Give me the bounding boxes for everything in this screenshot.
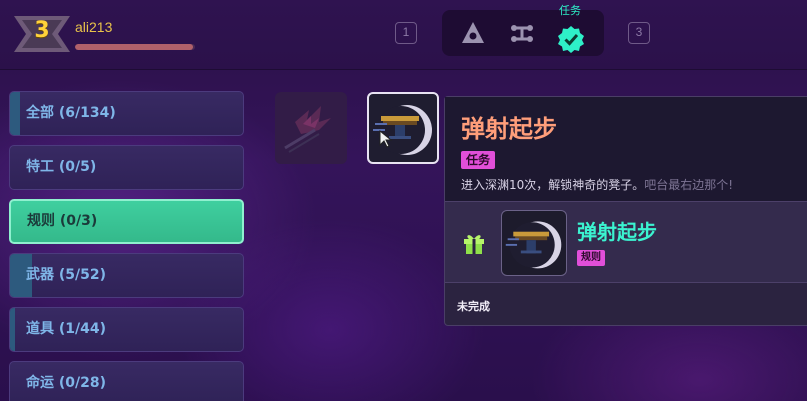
level-number: 3 <box>34 18 50 43</box>
next-tab-key-hint[interactable]: 3 <box>628 22 650 44</box>
detail-header: 弹射起步 任务 进入深渊10次，解锁神奇的凳子。吧台最右边那个! <box>445 97 807 201</box>
detail-hint-text: 吧台最右边那个! <box>644 178 734 192</box>
detail-panel: 弹射起步 任务 进入深渊10次，解锁神奇的凳子。吧台最右边那个! 弹射起步 规则… <box>444 96 807 326</box>
category-progress <box>10 92 21 135</box>
xp-bar <box>75 44 195 50</box>
player-name: ali213 <box>75 19 113 35</box>
top-bar: 3 ali213 1 任务 3 <box>0 0 807 70</box>
tab-tower[interactable] <box>450 10 496 56</box>
category-fate[interactable]: 命运 (0/28) <box>9 361 244 401</box>
category-label: 规则 (0/3) <box>27 213 98 229</box>
category-label: 命运 (0/28) <box>26 375 107 391</box>
category-agents[interactable]: 特工 (0/5) <box>9 145 244 190</box>
detail-tag: 任务 <box>461 151 496 169</box>
category-label: 全部 (6/134) <box>26 105 116 121</box>
nodes-icon <box>511 25 533 42</box>
detail-title: 弹射起步 <box>461 115 557 143</box>
crow-feather-icon <box>284 106 331 153</box>
category-label: 特工 (0/5) <box>26 159 97 175</box>
category-items[interactable]: 道具 (1/44) <box>9 307 244 352</box>
check-badge-icon <box>558 26 584 53</box>
detail-description-text: 进入深渊10次，解锁神奇的凳子。 <box>461 178 645 192</box>
category-label: 武器 (5/52) <box>26 267 107 283</box>
category-all[interactable]: 全部 (6/134) <box>9 91 244 136</box>
mouse-cursor-icon <box>379 130 393 148</box>
xp-bar-fill <box>75 44 193 50</box>
completion-status: 未完成 <box>457 300 490 313</box>
category-weapons[interactable]: 武器 (5/52) <box>9 253 244 298</box>
reward-title: 弹射起步 <box>577 220 657 244</box>
tower-icon <box>462 22 484 43</box>
level-badge: 3 <box>14 12 70 56</box>
tab-tasks[interactable] <box>548 16 594 62</box>
prev-tab-key-hint[interactable]: 1 <box>395 22 417 44</box>
gift-icon <box>464 235 484 254</box>
tab-nodes[interactable] <box>499 10 545 56</box>
reward-section: 弹射起步 规则 <box>445 201 807 283</box>
category-label: 道具 (1/44) <box>26 321 107 337</box>
category-progress <box>10 308 16 351</box>
active-tab-label: 任务 <box>559 4 581 17</box>
item-tile-selected[interactable] <box>367 92 439 164</box>
category-rules[interactable]: 规则 (0/3) <box>9 199 244 244</box>
item-tile-locked[interactable] <box>275 92 347 164</box>
reward-thumbnail[interactable] <box>501 210 567 276</box>
stool-card-icon <box>373 105 432 155</box>
reward-tag: 规则 <box>577 250 605 266</box>
detail-description: 进入深渊10次，解锁神奇的凳子。吧台最右边那个! <box>461 176 733 193</box>
stool-card-icon <box>505 221 562 269</box>
